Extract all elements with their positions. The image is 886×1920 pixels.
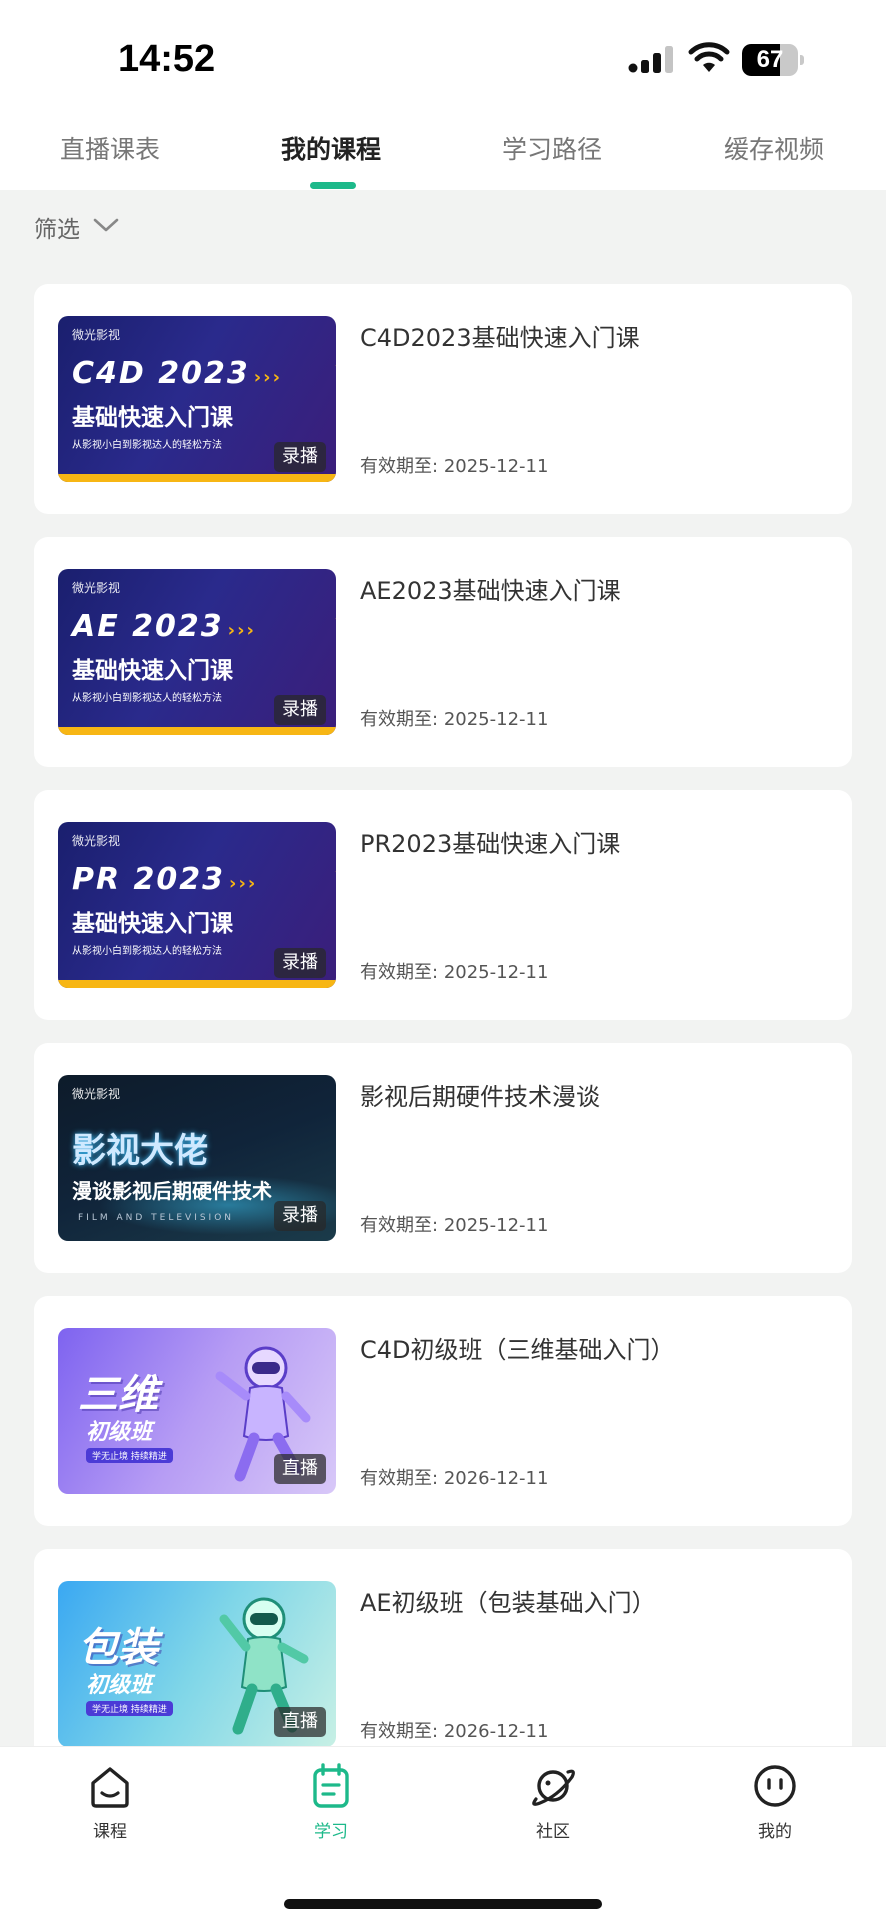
wifi-icon [688,42,730,72]
course-thumbnail[interactable]: 微光影视 C4D 2023 ››› 基础快速入门课 从影视小白到影视达人的轻松方法… [58,316,336,482]
thumb-chevrons: ››› [227,620,256,641]
home-indicator[interactable] [284,1899,602,1909]
planet-icon [532,1769,575,1806]
course-card[interactable]: 微光影视 影视大佬 漫谈影视后期硬件技术 FILM AND TELEVISION… [34,1043,852,1273]
expiry-label: 有效期至: [360,456,439,477]
cellular-signal-icon [628,46,673,73]
course-thumbnail[interactable]: 微光影视 AE 2023 ››› 基础快速入门课 从影视小白到影视达人的轻松方法 … [58,569,336,735]
thumb-subtitle: 基础快速入门课 [72,658,233,684]
course-title[interactable]: 影视后期硬件技术漫谈 [360,1077,830,1112]
course-title[interactable]: AE2023基础快速入门课 [360,571,830,606]
course-type-badge: 录播 [274,948,326,978]
course-thumbnail[interactable]: 微光影视 影视大佬 漫谈影视后期硬件技术 FILM AND TELEVISION… [58,1075,336,1241]
course-type-badge: 录播 [274,1201,326,1231]
filter-button[interactable]: 筛选 [34,210,80,244]
battery-level: 67 [756,46,784,73]
status-bar: 14:52 67 [0,0,886,110]
course-thumbnail[interactable]: 微光影视 PR 2023 ››› 基础快速入门课 从影视小白到影视达人的轻松方法 … [58,822,336,988]
expiry-label: 有效期至: [360,962,439,983]
thumb-tagline: FILM AND TELEVISION [78,1213,235,1223]
course-type-badge: 录播 [274,695,326,725]
nav-item-study[interactable]: 学习 [251,1761,411,1861]
thumb-tagline: 从影视小白到影视达人的轻松方法 [72,693,222,704]
course-card[interactable]: 微光影视 AE 2023 ››› 基础快速入门课 从影视小白到影视达人的轻松方法 … [34,537,852,767]
active-tab-indicator [310,182,356,189]
course-card[interactable]: 包装 初级班 学无止境 持续精进 直播 AE初级班（包装基础入门） 有效期至: … [34,1549,852,1746]
course-expiry: 有效期至: 2025-12-11 [360,452,548,478]
thumb-tagline: 从影视小白到影视达人的轻松方法 [72,946,222,957]
nav-item-courses[interactable]: 课程 [30,1761,190,1861]
course-thumbnail[interactable]: 三维 初级班 学无止境 持续精进 直播 [58,1328,336,1494]
expiry-date: 2025-12-11 [443,456,549,477]
thumb-logo: 微光影视 [72,581,121,595]
nav-item-profile[interactable]: 我的 [695,1761,855,1861]
battery-icon: 67 [742,44,804,76]
expiry-date: 2025-12-11 [443,709,549,730]
course-expiry: 有效期至: 2026-12-11 [360,1717,548,1743]
thumb-chevrons: ››› [253,367,282,388]
thumb-subtitle: 初级班 [86,1420,153,1445]
tab-live-schedule[interactable]: 直播课表 [20,120,200,180]
course-list: 微光影视 C4D 2023 ››› 基础快速入门课 从影视小白到影视达人的轻松方法… [0,264,886,1746]
thumb-subtitle: 初级班 [86,1673,153,1698]
thumb-headline: C4D 2023 [72,356,250,391]
expiry-date: 2025-12-11 [443,962,549,983]
thumb-logo: 微光影视 [72,328,121,342]
expiry-label: 有效期至: [360,1215,439,1236]
notebook-icon [313,1763,349,1808]
thumb-subtitle: 漫谈影视后期硬件技术 [72,1179,272,1203]
expiry-label: 有效期至: [360,1721,439,1742]
course-type-badge: 录播 [274,442,326,472]
tab-my-courses[interactable]: 我的课程 [241,120,421,180]
thumb-subtitle: 基础快速入门课 [72,405,233,431]
course-title[interactable]: C4D初级班（三维基础入门） [360,1330,830,1365]
nav-label: 课程 [93,1822,127,1842]
chevron-down-icon[interactable] [92,216,120,234]
tab-cached-videos[interactable]: 缓存视频 [684,120,864,180]
course-title[interactable]: PR2023基础快速入门课 [360,824,830,859]
filter-bar: 筛选 [0,190,886,264]
thumb-subtitle: 基础快速入门课 [72,911,233,937]
thumb-headline: 影视大佬 [72,1131,208,1171]
course-card[interactable]: 微光影视 PR 2023 ››› 基础快速入门课 从影视小白到影视达人的轻松方法 … [34,790,852,1020]
thumb-logo: 微光影视 [72,1087,121,1101]
tab-learning-path[interactable]: 学习路径 [462,120,642,180]
thumb-headline: AE 2023 [72,609,224,644]
thumb-tagline: 学无止境 持续精进 [86,1701,173,1716]
course-type-badge: 直播 [274,1454,326,1484]
nav-item-community[interactable]: 社区 [473,1761,633,1861]
thumb-headline: 包装 [78,1625,158,1671]
top-tab-bar: 直播课表 我的课程 学习路径 缓存视频 [0,110,886,190]
bottom-nav: 课程 学习 社区 我的 [0,1746,886,1920]
course-expiry: 有效期至: 2025-12-11 [360,705,548,731]
course-card[interactable]: 三维 初级班 学无止境 持续精进 直播 C4D初级班（三维基础入门） 有效期至:… [34,1296,852,1526]
thumb-headline: 三维 [78,1372,158,1418]
nav-label: 我的 [758,1822,792,1842]
thumb-tagline: 从影视小白到影视达人的轻松方法 [72,440,222,451]
nav-label: 学习 [314,1822,348,1842]
thumb-logo: 微光影视 [72,834,121,848]
course-type-badge: 直播 [274,1707,326,1737]
smiley-face-icon [754,1765,796,1807]
course-expiry: 有效期至: 2025-12-11 [360,1211,548,1237]
expiry-label: 有效期至: [360,1468,439,1489]
course-expiry: 有效期至: 2026-12-11 [360,1464,548,1490]
course-title[interactable]: AE初级班（包装基础入门） [360,1583,830,1618]
thumb-chevrons: ››› [229,873,258,894]
expiry-date: 2026-12-11 [443,1721,549,1742]
expiry-date: 2026-12-11 [443,1468,549,1489]
nav-label: 社区 [536,1822,570,1842]
status-time: 14:52 [118,38,216,80]
expiry-label: 有效期至: [360,709,439,730]
home-face-icon [91,1767,129,1808]
course-thumbnail[interactable]: 包装 初级班 学无止境 持续精进 直播 [58,1581,336,1746]
thumb-tagline: 学无止境 持续精进 [86,1448,173,1463]
expiry-date: 2025-12-11 [443,1215,549,1236]
thumb-headline: PR 2023 [72,862,226,897]
course-card[interactable]: 微光影视 C4D 2023 ››› 基础快速入门课 从影视小白到影视达人的轻松方法… [34,284,852,514]
course-expiry: 有效期至: 2025-12-11 [360,958,548,984]
course-title[interactable]: C4D2023基础快速入门课 [360,318,830,353]
